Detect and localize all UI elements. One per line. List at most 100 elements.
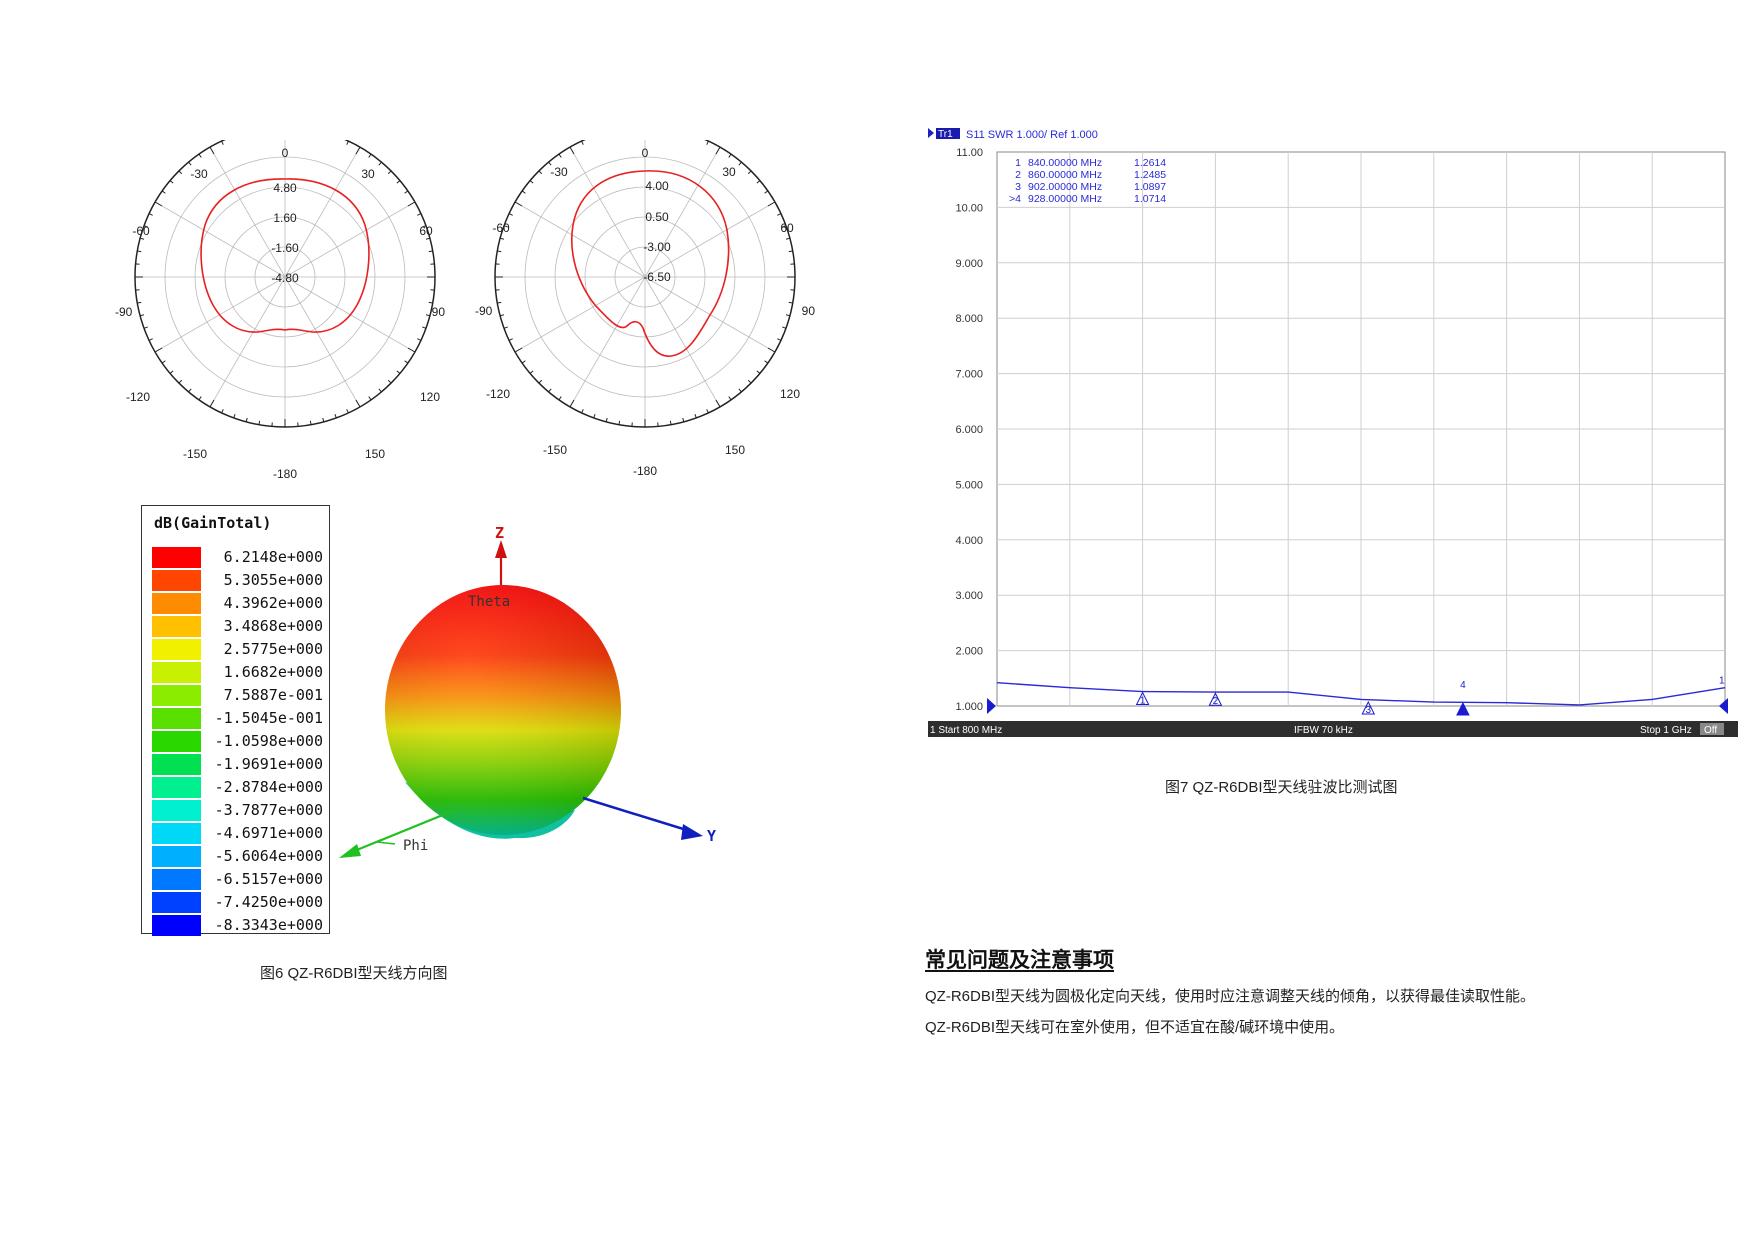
polar-tick xyxy=(407,201,416,207)
polar-tick xyxy=(777,338,782,341)
legend-value: -3.7877e+000 xyxy=(214,801,323,819)
y-tick-label: 11.00 xyxy=(956,147,983,159)
legend-row: 4.3962e+000 xyxy=(152,593,327,614)
polar-spoke xyxy=(284,276,361,408)
polar-tick xyxy=(233,414,236,419)
polar-tick xyxy=(767,347,776,353)
legend-value: 7.5887e-001 xyxy=(214,686,323,704)
polar-left-angle-60: 60 xyxy=(419,224,433,238)
polar-tick xyxy=(581,409,584,414)
y-tick-label: 2.000 xyxy=(955,646,983,658)
y-tick-label: 10.00 xyxy=(955,202,983,214)
phi-label: Phi xyxy=(403,838,428,854)
polar-tick xyxy=(387,379,392,384)
legend-swatch xyxy=(152,869,201,890)
footer-ifbw: IFBW 70 kHz xyxy=(1294,725,1353,736)
polar-tick xyxy=(188,388,192,393)
marker-table-freq: 928.00000 MHz xyxy=(1028,193,1102,205)
legend-row: 6.2148e+000 xyxy=(152,547,327,568)
marker-table-freq: 860.00000 MHz xyxy=(1028,169,1102,181)
marker-table-freq: 840.00000 MHz xyxy=(1028,157,1102,169)
polar-tick xyxy=(499,237,505,240)
polar-tick xyxy=(169,180,174,184)
polar-tick xyxy=(738,161,742,166)
polar-right-angle-180: -180 xyxy=(633,464,657,478)
polar-spoke xyxy=(514,201,646,278)
polar-spoke xyxy=(644,276,721,408)
marker-table-value: 1.2614 xyxy=(1134,157,1166,169)
polar-right-ring-label: -3.00 xyxy=(643,240,671,254)
polar-left-angle-90: 90 xyxy=(432,305,445,319)
polar-tick xyxy=(137,250,142,253)
polar-tick xyxy=(581,140,584,145)
legend-row: -4.6971e+000 xyxy=(152,823,327,844)
legend-value: 6.2148e+000 xyxy=(214,548,323,566)
polar-tick xyxy=(514,347,523,353)
polar-tick xyxy=(198,153,202,158)
polar-tick xyxy=(529,180,534,184)
polar-left-angle-150: 150 xyxy=(365,447,385,461)
polar-left-angle-30: 30 xyxy=(361,167,375,181)
polar-tick xyxy=(529,370,534,374)
y-tick-label: 1.000 xyxy=(955,701,983,713)
legend-value: -7.4250e+000 xyxy=(214,893,323,911)
trace-label: Tr1 xyxy=(938,129,953,140)
legend-value: 2.5775e+000 xyxy=(214,640,323,658)
polar-right-angle-60: 60 xyxy=(780,221,794,235)
legend-swatch xyxy=(152,915,201,936)
section-title: 常见问题及注意事项 xyxy=(925,949,1114,972)
polar-tick xyxy=(309,420,312,425)
polar-tick xyxy=(154,347,163,353)
polar-right-ring-label: 0.50 xyxy=(645,210,669,224)
polar-tick xyxy=(188,161,192,166)
polar-tick xyxy=(209,399,215,408)
marker-label: 3 xyxy=(1365,705,1371,716)
polar-right-pattern-curve xyxy=(571,170,730,357)
polar-right-angle-120: 120 xyxy=(780,387,800,401)
polar-tick xyxy=(785,237,791,240)
polar-right-angle-neg150: -150 xyxy=(543,443,567,457)
radiation-pattern-3d: Z Theta Y Phi xyxy=(339,524,716,858)
legend-swatch xyxy=(152,892,201,913)
polar-tick xyxy=(396,180,401,184)
polar-right-ring-label: 4.00 xyxy=(645,179,669,193)
polar-tick xyxy=(538,170,543,175)
y-tick-label: 7.000 xyxy=(955,369,983,381)
polar-tick xyxy=(558,396,562,401)
trace-end-label: 1 xyxy=(1719,676,1725,687)
polar-right-angle-neg30: -30 xyxy=(550,165,568,179)
polar-tick xyxy=(538,379,543,384)
polar-tick xyxy=(355,146,361,155)
y-tick-label: 5.000 xyxy=(955,479,983,491)
y-axis-arrow xyxy=(681,824,703,840)
polar-left-angle-0: 0 xyxy=(282,146,289,160)
legend-row: 3.4868e+000 xyxy=(152,616,327,637)
marker-label: 2 xyxy=(1213,696,1219,707)
figure7-caption: 图7 QZ-R6DBI型天线驻波比测试图 xyxy=(1165,779,1398,796)
polar-tick xyxy=(738,388,742,393)
footer-off-label[interactable]: Off xyxy=(1704,725,1717,736)
polar-tick xyxy=(767,201,776,207)
polar-tick xyxy=(521,360,526,364)
legend-swatch xyxy=(152,777,201,798)
polar-tick xyxy=(499,314,505,317)
polar-tick xyxy=(154,201,163,207)
marker-table-id: 3 xyxy=(1015,181,1021,193)
polar-spoke xyxy=(209,276,286,408)
z-axis-arrow xyxy=(495,540,507,558)
phi-axis-arrow xyxy=(339,844,361,858)
polar-spoke xyxy=(514,276,646,353)
polar-tick xyxy=(178,379,183,384)
marker-label: 4 xyxy=(1460,680,1466,691)
polar-left-angle-180: -180 xyxy=(273,467,297,481)
legend-value: -6.5157e+000 xyxy=(214,870,323,888)
polar-tick xyxy=(407,347,416,353)
legend-swatch xyxy=(152,846,201,867)
legend-swatch xyxy=(152,570,201,591)
legend-row: 1.6682e+000 xyxy=(152,662,327,683)
legend-swatch xyxy=(152,547,201,568)
polar-spoke xyxy=(284,201,416,278)
polar-tick xyxy=(368,153,372,158)
legend-swatch xyxy=(152,823,201,844)
polar-tick xyxy=(355,399,361,408)
